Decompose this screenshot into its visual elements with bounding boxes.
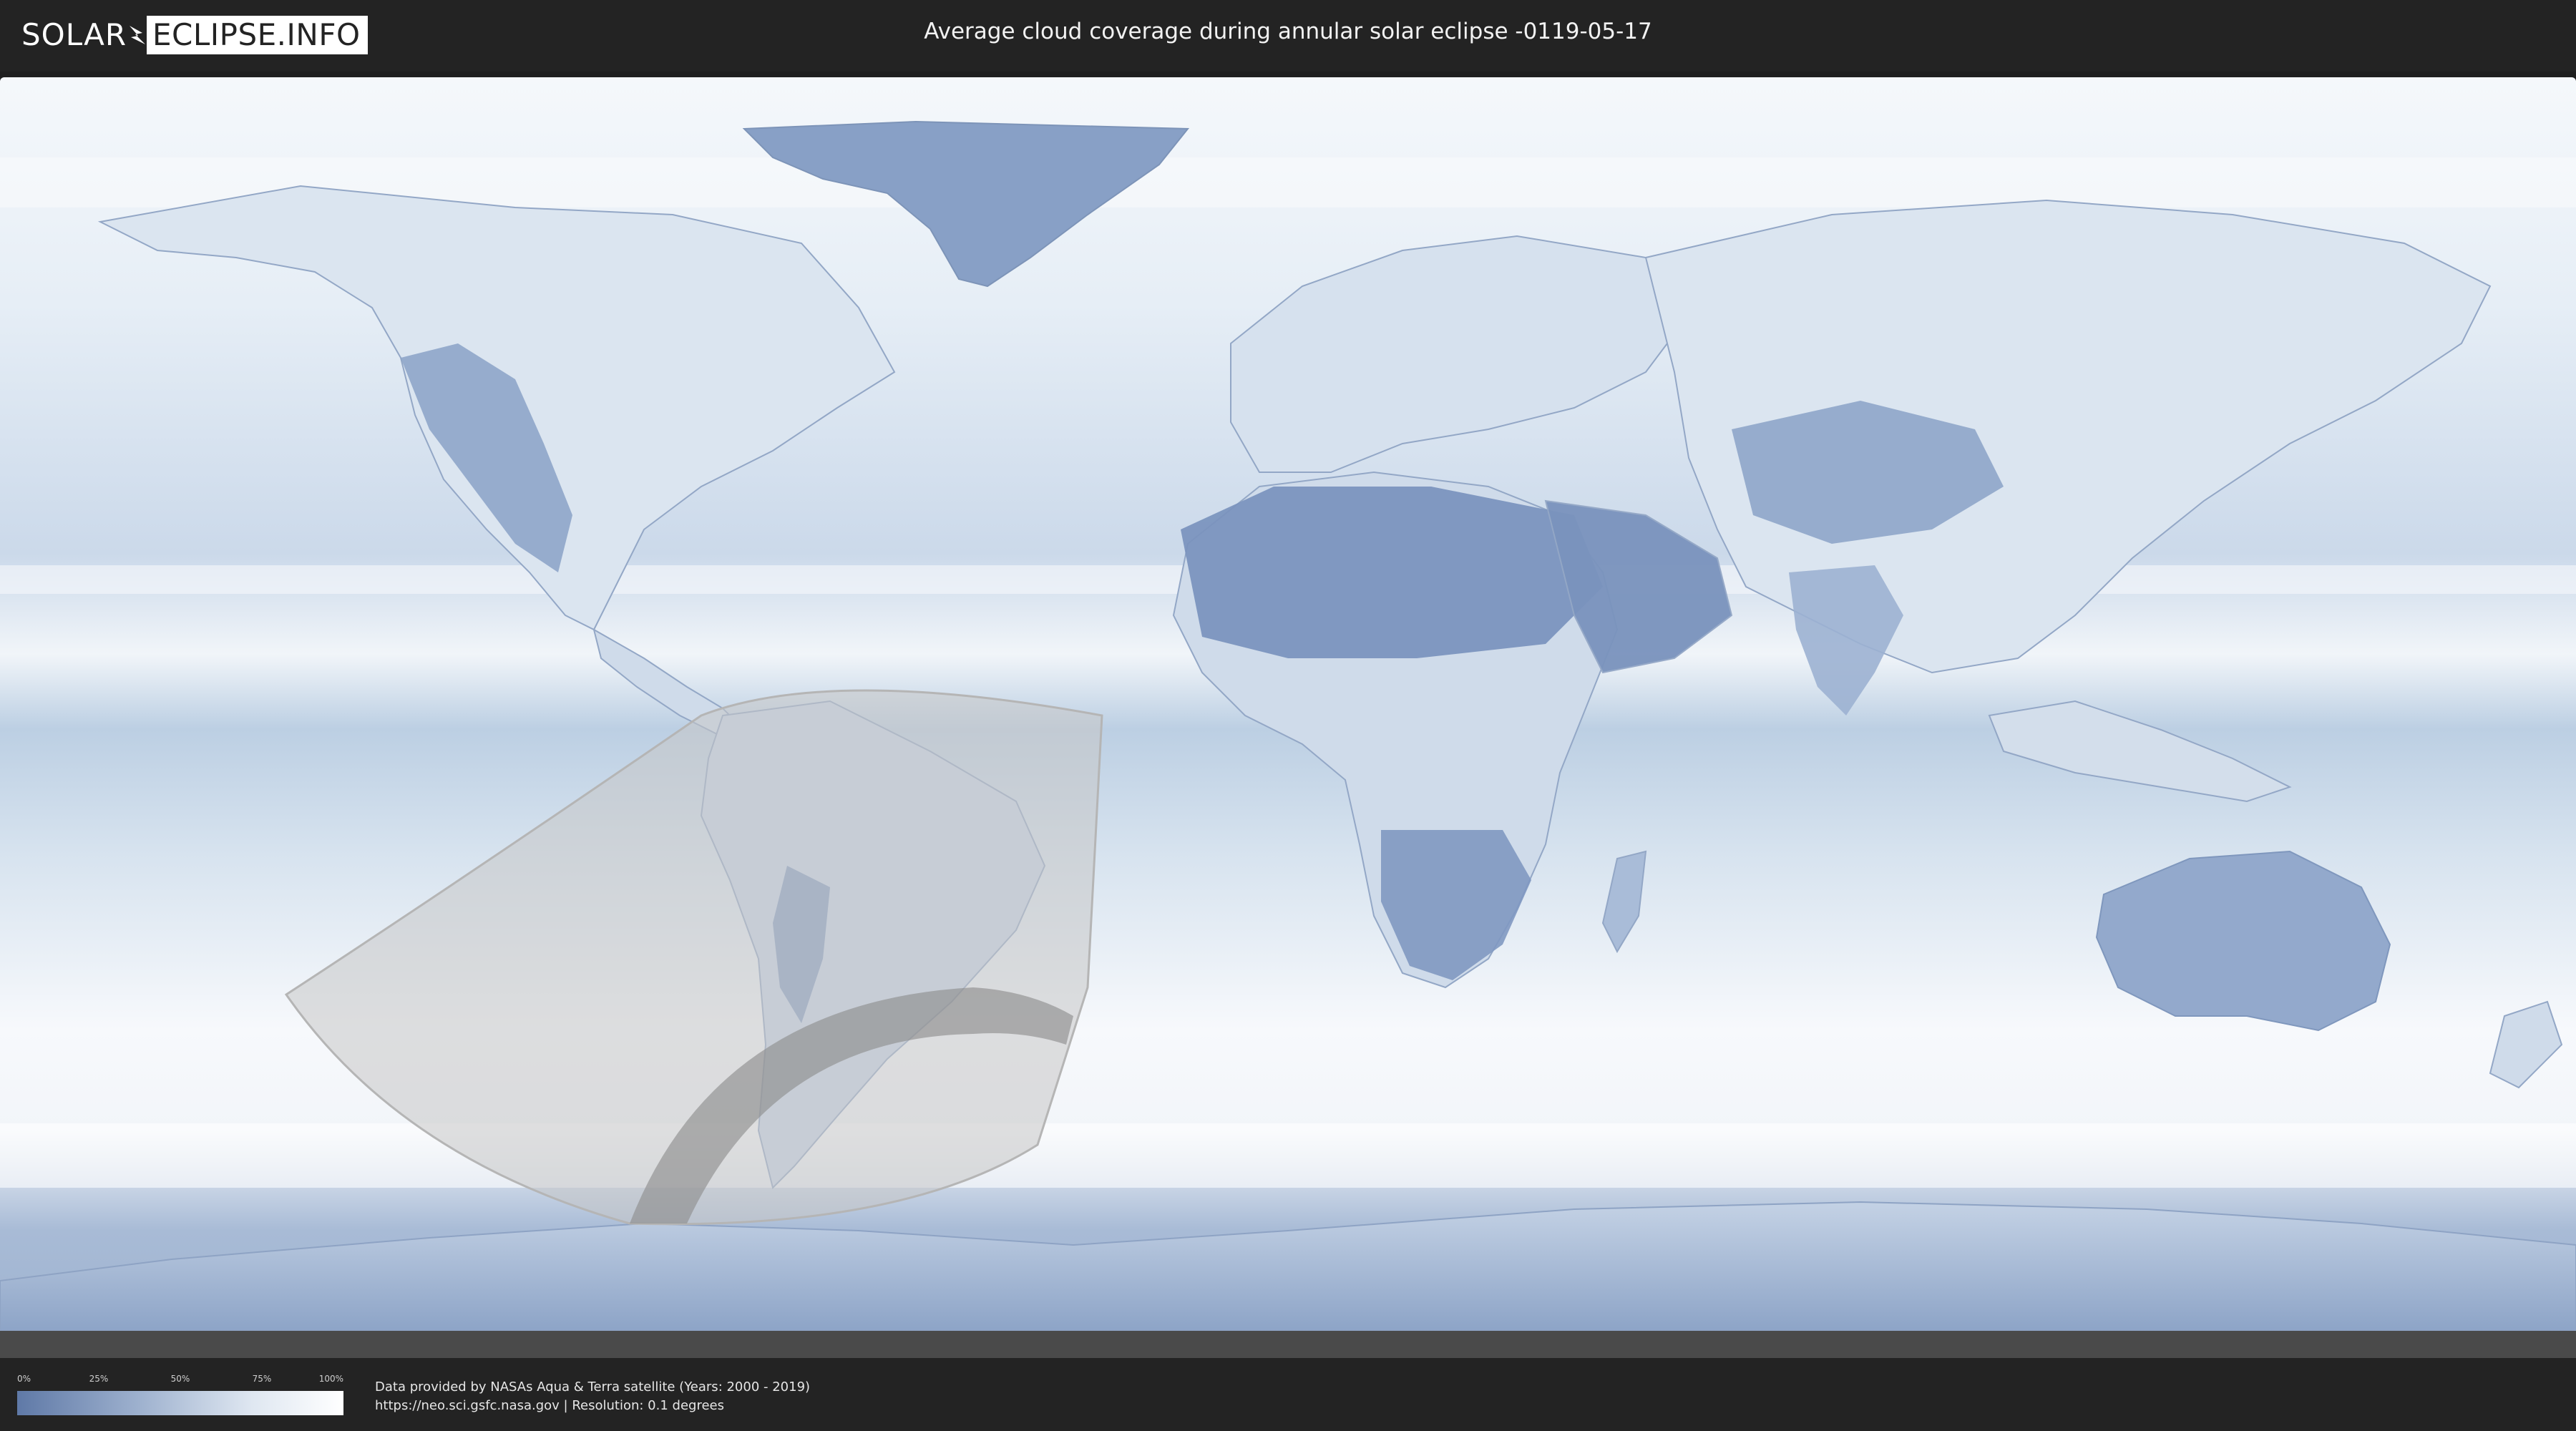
cloud-coverage-map xyxy=(0,72,2576,1358)
credit-line-source: Data provided by NASAs Aqua & Terra sate… xyxy=(375,1379,811,1395)
data-credits: Data provided by NASAs Aqua & Terra sate… xyxy=(375,1378,810,1415)
legend-gradient-bar xyxy=(17,1391,343,1415)
region-sahara-clear xyxy=(1181,487,1603,658)
legend-tick-25: 25% xyxy=(89,1374,109,1384)
header-bar: SOLAR ECLIPSE.INFO Average cloud coverag… xyxy=(0,0,2576,72)
legend-ticks: 0% 25% 50% 75% 100% xyxy=(17,1374,343,1385)
legend-tick-100: 100% xyxy=(318,1374,343,1384)
footer-bar: 0% 25% 50% 75% 100% Data provided by NAS… xyxy=(0,1358,2576,1431)
legend-tick-0: 0% xyxy=(17,1374,31,1384)
map-bottom-strip xyxy=(0,1331,2576,1358)
cloud-coverage-legend: 0% 25% 50% 75% 100% xyxy=(17,1374,343,1417)
credit-line-url: https://neo.sci.gsfc.nasa.gov | Resoluti… xyxy=(375,1398,724,1413)
legend-tick-75: 75% xyxy=(252,1374,272,1384)
legend-tick-50: 50% xyxy=(170,1374,190,1384)
page-title: Average cloud coverage during annular so… xyxy=(924,19,1652,44)
world-map-svg xyxy=(0,72,2576,1358)
